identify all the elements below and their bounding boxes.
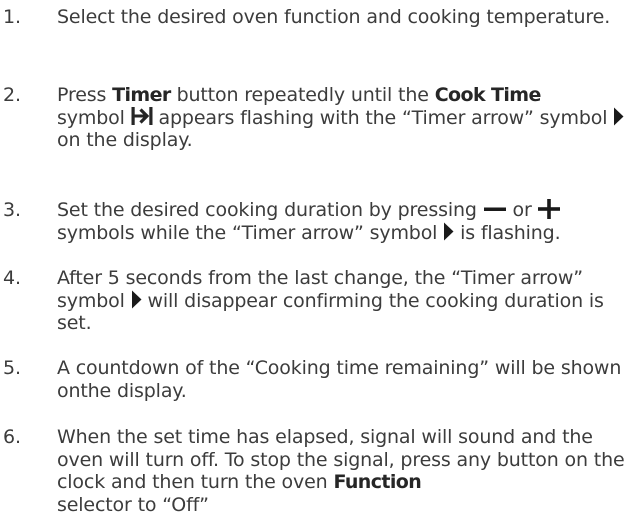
cook-time-icon — [131, 106, 153, 126]
list-item-step-5: 5. A countdown of the “Cooking time rema… — [0, 357, 632, 402]
step-text: When the set time has elapsed, signal wi… — [57, 426, 632, 516]
step-text-part: selector to “Off” — [57, 493, 209, 516]
step-text-part: appears flashing with the “Timer arrow” … — [152, 106, 614, 129]
timer-arrow-icon — [443, 222, 454, 241]
list-item-step-4: 4. After 5 seconds from the last change,… — [0, 267, 632, 335]
list-item-step-6: 6. When the set time has elapsed, signal… — [0, 426, 632, 516]
step-text-part: symbols while the “Timer arrow” symbol — [57, 221, 444, 244]
function-selector-name: Function — [333, 471, 422, 493]
step-text: After 5 seconds from the last change, th… — [57, 267, 632, 335]
timer-arrow-icon — [131, 290, 142, 309]
step-text: Set the desired cooking duration by pres… — [57, 198, 632, 244]
minus-icon — [483, 200, 507, 218]
instructions-page: 1. Select the desired oven function and … — [0, 0, 632, 518]
list-item-step-3: 3. Set the desired cooking duration by p… — [0, 198, 632, 244]
step-text-part: or — [506, 199, 538, 221]
timer-button-name: Timer — [112, 84, 171, 106]
step-number: 2. — [3, 84, 21, 106]
timer-arrow-icon — [613, 107, 624, 126]
step-text-part: button repeatedly until the — [170, 84, 435, 106]
step-number: 4. — [3, 267, 21, 289]
step-text: Select the desired oven function and coo… — [57, 6, 611, 28]
step-number: 3. — [3, 199, 21, 221]
step-number: 5. — [3, 357, 21, 379]
step-text-part: Press — [57, 84, 113, 106]
step-text: Press Timer button repeatedly until the … — [57, 84, 632, 152]
step-text-part: symbol — [57, 106, 131, 129]
step-text-part: on the display. — [57, 129, 193, 151]
list-item-step-2: 2. Press Timer button repeatedly until t… — [0, 84, 632, 152]
step-text-part: is flashing. — [454, 221, 561, 244]
step-number: 1. — [3, 6, 21, 28]
step-text: A countdown of the “Cooking time remaini… — [57, 357, 622, 402]
cook-time-label: Cook Time — [434, 84, 542, 106]
plus-icon — [537, 198, 560, 219]
step-text-part: Set the desired cooking duration by pres… — [57, 199, 483, 221]
list-item-step-1: 1. Select the desired oven function and … — [0, 6, 632, 29]
step-number: 6. — [3, 426, 21, 448]
